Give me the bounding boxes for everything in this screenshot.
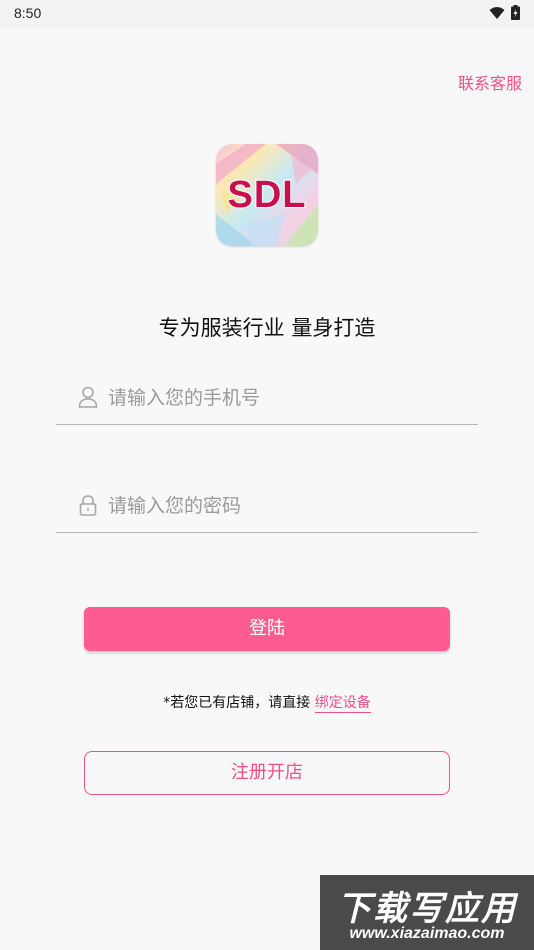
contact-support-link[interactable]: 联系客服 bbox=[458, 70, 522, 94]
bind-hint-text: *若您已有店铺，请直接 bbox=[163, 695, 315, 711]
user-icon bbox=[78, 386, 98, 408]
battery-icon bbox=[511, 5, 520, 20]
login-button[interactable]: 登陆 bbox=[84, 607, 450, 651]
register-shop-button[interactable]: 注册开店 bbox=[84, 751, 450, 795]
watermark: 下载写应用 www.xiazaimao.com bbox=[320, 875, 534, 950]
phone-input[interactable] bbox=[108, 383, 468, 413]
watermark-url: www.xiazaimao.com bbox=[349, 925, 505, 942]
bind-device-link[interactable]: 绑定设备 bbox=[314, 695, 371, 713]
password-input[interactable] bbox=[108, 491, 468, 521]
lock-icon bbox=[79, 495, 97, 516]
app-logo: SDL bbox=[216, 144, 318, 246]
phone-field bbox=[56, 375, 478, 425]
slogan: 专为服装行业 量身打造 bbox=[158, 316, 376, 340]
logo-text: SDL bbox=[227, 173, 307, 217]
watermark-title: 下载写应用 bbox=[337, 889, 517, 929]
status-icons bbox=[489, 5, 520, 20]
status-time: 8:50 bbox=[14, 5, 42, 21]
wifi-icon bbox=[489, 6, 505, 19]
status-bar: 8:50 bbox=[0, 0, 534, 28]
bind-device-hint: *若您已有店铺，请直接 绑定设备 bbox=[0, 692, 534, 713]
password-field bbox=[56, 483, 478, 533]
